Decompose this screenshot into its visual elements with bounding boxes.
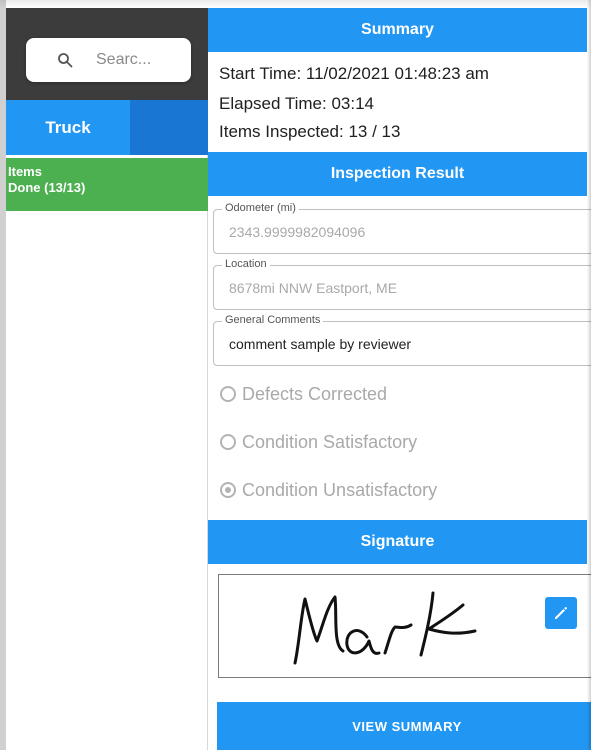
sidebar: Searc... Truck Items Done (13/13) [6, 8, 208, 750]
window-right-shadow [587, 0, 591, 750]
signature-pad[interactable] [218, 574, 591, 678]
radio-button [220, 434, 236, 450]
signature-image [293, 591, 477, 665]
search-area: Searc... [6, 8, 208, 100]
window-top-shadow [0, 0, 591, 8]
radio-label: Defects Corrected [242, 383, 388, 404]
tab-secondary[interactable] [130, 100, 208, 155]
summary-header: Summary [208, 8, 587, 52]
odometer-label: Odometer (mi) [222, 202, 299, 214]
odometer-value: 2343.9999982094096 [229, 224, 366, 240]
sidebar-item-items[interactable]: Items Done (13/13) [6, 158, 208, 211]
location-value: 8678mi NNW Eastport, ME [229, 280, 398, 296]
start-time: Start Time: 11/02/2021 01:48:23 am [219, 64, 489, 83]
tab-truck[interactable]: Truck [6, 100, 130, 155]
search-icon [58, 53, 73, 68]
items-inspected: Items Inspected: 13 / 13 [219, 122, 401, 141]
general-comments-label: General Comments [222, 314, 324, 326]
general-comments-value: comment sample by reviewer [229, 336, 412, 352]
general-comments-field[interactable]: General Comments comment sample by revie… [213, 314, 591, 366]
signature-header: Signature [208, 520, 587, 564]
elapsed-time: Elapsed Time: 03:14 [219, 94, 374, 113]
radio-label: Condition Satisfactory [242, 431, 418, 452]
radio-defects-corrected[interactable]: Defects Corrected [220, 381, 387, 407]
edit-signature-button[interactable] [545, 597, 577, 629]
odometer-field[interactable]: Odometer (mi) 2343.9999982094096 [213, 202, 591, 254]
search-placeholder: Searc... [96, 51, 152, 68]
location-field[interactable]: Location 8678mi NNW Eastport, ME [213, 258, 591, 310]
radio-button-checked [220, 482, 236, 498]
tab-bar: Truck [6, 100, 208, 155]
sidebar-item-title: Items [8, 164, 42, 179]
radio-label: Condition Unsatisfactory [242, 479, 438, 500]
radio-condition-unsatisfactory[interactable]: Condition Unsatisfactory [220, 477, 437, 503]
location-label: Location [222, 258, 270, 270]
pencil-icon [555, 607, 567, 619]
sidebar-item-status: Done (13/13) [8, 180, 86, 195]
main-panel: Summary Start Time: 11/02/2021 01:48:23 … [208, 8, 591, 750]
view-summary-button[interactable]: VIEW SUMMARY [217, 702, 591, 750]
inspection-result-header: Inspection Result [208, 152, 587, 196]
radio-button [220, 386, 236, 402]
radio-condition-satisfactory[interactable]: Condition Satisfactory [220, 429, 417, 455]
search-input[interactable]: Searc... [26, 38, 191, 82]
